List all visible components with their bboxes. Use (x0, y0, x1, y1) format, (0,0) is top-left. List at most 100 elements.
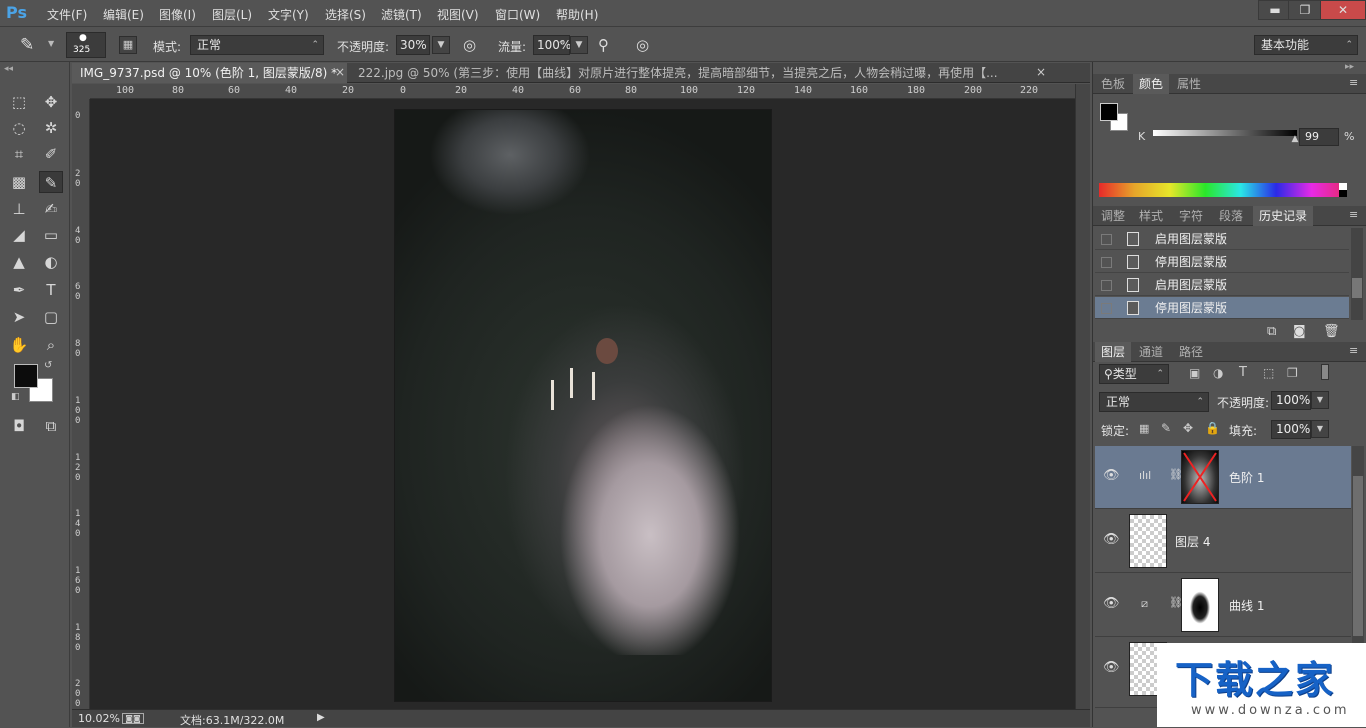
brush-panel-icon[interactable]: ▦ (119, 36, 137, 54)
collapse-panels-icon[interactable]: ▸▸ (1345, 62, 1354, 72)
history-scroll-thumb[interactable] (1352, 278, 1362, 298)
tab-channels[interactable]: 通道 (1133, 342, 1169, 362)
layer-row-selected[interactable]: 👁 ılıl ⛓ 色阶 1 (1095, 446, 1351, 509)
layer-thumbnail[interactable] (1129, 514, 1167, 568)
opacity-dropdown-icon[interactable]: ▼ (432, 36, 450, 54)
layer-name[interactable]: 曲线 1 (1229, 597, 1264, 614)
history-item[interactable]: 启用图层蒙版 (1095, 228, 1349, 250)
minimize-button[interactable]: ▬ (1258, 0, 1292, 20)
eye-icon[interactable]: 👁 (1103, 468, 1120, 483)
brush-tool-icon[interactable]: ✎ (39, 171, 63, 193)
white-swatch[interactable] (1339, 183, 1347, 190)
collapse-icon[interactable]: ◂◂ (4, 64, 13, 74)
menu-help[interactable]: 帮助(H) (556, 6, 598, 23)
workspace-select[interactable]: 基本功能 (1254, 35, 1358, 55)
tab-swatches[interactable]: 色板 (1095, 74, 1131, 94)
airbrush-icon[interactable]: ⚲ (598, 36, 609, 54)
adjustment-filter-icon[interactable]: ◑ (1213, 366, 1223, 380)
lock-pixels-icon[interactable]: ✎ (1161, 421, 1171, 435)
mode-select[interactable]: 正常 (190, 35, 324, 55)
zoom-tool-icon[interactable]: ⌕ (39, 334, 63, 356)
layer-fill-input[interactable]: 100% (1271, 420, 1311, 439)
history-item[interactable]: 停用图层蒙版 (1095, 251, 1349, 273)
tab-222jpg[interactable]: 222.jpg @ 50% (第三步：使用【曲线】对原片进行整体提亮，提高暗部细… (350, 63, 1030, 83)
menu-layer[interactable]: 图层(L) (212, 6, 252, 23)
pen-tool-icon[interactable]: ✒ (7, 279, 31, 301)
menu-file[interactable]: 文件(F) (47, 6, 87, 23)
layer-name[interactable]: 色阶 1 (1229, 469, 1264, 486)
flow-dropdown-icon[interactable]: ▼ (570, 36, 588, 54)
panel-menu-icon[interactable]: ≡ (1349, 344, 1358, 357)
pixel-filter-icon[interactable]: ▣ (1189, 366, 1200, 380)
history-checkbox[interactable] (1101, 257, 1112, 268)
canvas-scrollbar[interactable] (1075, 84, 1090, 709)
zoom-icon[interactable]: ◙◙ (122, 713, 144, 724)
lock-position-icon[interactable]: ✥ (1183, 421, 1193, 435)
move-tool-icon[interactable]: ✥ (39, 91, 63, 113)
chevron-down-icon[interactable]: ▼ (1311, 420, 1329, 438)
chevron-down-icon[interactable]: ▼ (1311, 391, 1329, 409)
k-value-input[interactable]: 99 (1299, 128, 1339, 146)
shape-filter-icon[interactable]: ⬚ (1263, 366, 1274, 380)
blur-tool-icon[interactable]: ▲ (7, 251, 31, 273)
tab-paragraph[interactable]: 段落 (1213, 206, 1249, 226)
layer-filter-select[interactable]: ⚲类型 (1099, 364, 1169, 384)
lasso-tool-icon[interactable]: ◌ (7, 117, 31, 139)
history-brush-icon[interactable]: ✍ (39, 198, 63, 220)
default-colors-icon[interactable]: ◧ (11, 392, 20, 402)
menu-window[interactable]: 窗口(W) (495, 6, 540, 23)
menu-type[interactable]: 文字(Y) (268, 6, 309, 23)
swap-colors-icon[interactable]: ↺ (44, 360, 52, 371)
k-slider-thumb[interactable]: ▲ (1292, 134, 1299, 144)
tab-img9737[interactable]: IMG_9737.psd @ 10% (色阶 1, 图层蒙版/8) * (72, 63, 347, 83)
smart-object-filter-icon[interactable]: ❐ (1287, 366, 1298, 380)
hand-tool-icon[interactable]: ✋ (7, 334, 31, 356)
eye-icon[interactable]: 👁 (1103, 532, 1120, 547)
tab-styles[interactable]: 样式 (1133, 206, 1169, 226)
menu-select[interactable]: 选择(S) (325, 6, 366, 23)
menu-view[interactable]: 视图(V) (437, 6, 479, 23)
type-tool-icon[interactable]: T (39, 279, 63, 301)
marquee-tool-icon[interactable]: ⬚ (7, 91, 31, 113)
path-select-icon[interactable]: ➤ (7, 306, 31, 328)
layer-row[interactable]: 👁 图层 4 (1095, 510, 1351, 573)
menu-edit[interactable]: 编辑(E) (103, 6, 144, 23)
tab-layers[interactable]: 图层 (1095, 342, 1132, 362)
layer-mask-thumbnail[interactable] (1181, 578, 1219, 632)
eye-icon[interactable]: 👁 (1103, 660, 1120, 675)
eye-icon[interactable]: 👁 (1103, 596, 1120, 611)
tab-adjustments[interactable]: 调整 (1095, 206, 1131, 226)
tab-paths[interactable]: 路径 (1173, 342, 1209, 362)
layer-row[interactable]: 👁 ⧄ ⛓ 曲线 1 (1095, 574, 1351, 637)
trash-icon[interactable]: 🗑 (1323, 324, 1340, 339)
layer-name[interactable]: 图层 4 (1175, 533, 1210, 550)
history-item[interactable]: 启用图层蒙版 (1095, 274, 1349, 296)
menu-image[interactable]: 图像(I) (159, 6, 196, 23)
dodge-tool-icon[interactable]: ◐ (39, 251, 63, 273)
shape-tool-icon[interactable]: ▢ (39, 306, 63, 328)
blend-mode-select[interactable]: 正常 (1099, 392, 1209, 412)
brush-tool-icon[interactable]: ✎ (20, 35, 34, 55)
gradient-tool-icon[interactable]: ▭ (39, 224, 63, 246)
brush-preset-picker[interactable]: ● 325 (66, 32, 106, 58)
stamp-tool-icon[interactable]: ⊥ (7, 198, 31, 220)
screen-mode-icon[interactable]: ⧉ (39, 415, 63, 437)
magic-wand-icon[interactable]: ✲ (39, 117, 63, 139)
history-checkbox[interactable] (1101, 234, 1112, 245)
status-menu-icon[interactable]: ▶ (317, 712, 325, 723)
opacity-input[interactable]: 30% (396, 35, 430, 55)
chevron-down-icon[interactable]: ▼ (48, 39, 54, 48)
lock-transparency-icon[interactable]: ▦ (1139, 422, 1149, 435)
history-checkbox[interactable] (1101, 280, 1112, 291)
color-spectrum[interactable] (1099, 183, 1347, 197)
layers-scroll-thumb[interactable] (1353, 476, 1363, 636)
type-filter-icon[interactable]: T (1239, 365, 1247, 380)
new-document-from-state-icon[interactable]: ⧉ (1267, 324, 1276, 339)
layer-opacity-input[interactable]: 100% (1271, 391, 1311, 410)
crop-tool-icon[interactable]: ⌗ (7, 143, 31, 165)
tab-character[interactable]: 字符 (1173, 206, 1209, 226)
eraser-tool-icon[interactable]: ◢ (7, 224, 31, 246)
k-slider-track[interactable] (1153, 130, 1297, 136)
restore-button[interactable]: ❐ (1288, 0, 1322, 20)
camera-icon[interactable]: ◙ (1293, 324, 1306, 339)
